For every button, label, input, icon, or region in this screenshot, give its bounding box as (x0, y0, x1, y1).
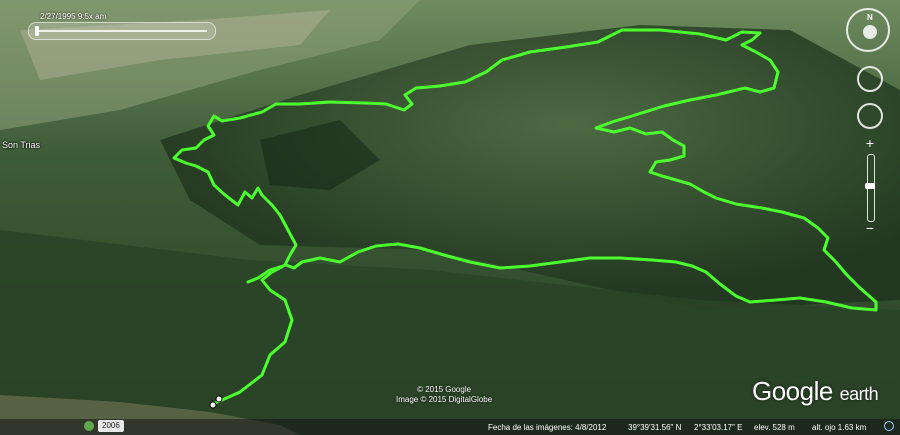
zoom-in-button[interactable]: + (861, 136, 879, 150)
imagery-date: Fecha de las imágenes: 4/8/2012 (488, 423, 607, 432)
look-joystick-icon[interactable] (857, 66, 883, 92)
zoom-slider-thumb[interactable] (865, 183, 875, 189)
track-start-marker[interactable] (209, 401, 217, 409)
elevation-readout: elev. 528 m (754, 423, 795, 432)
latitude-readout: 39°39'31.56" N (628, 423, 682, 432)
historical-imagery-year[interactable]: 2006 (98, 420, 124, 432)
place-label-son-trias: Son Trias (2, 140, 41, 150)
move-joystick-icon[interactable] (857, 103, 883, 129)
time-slider-thumb[interactable] (35, 26, 39, 36)
look-around-eye-icon[interactable] (863, 25, 877, 39)
compass-ring[interactable]: N (846, 8, 890, 52)
copyright-imagery: Image © 2015 DigitalGlobe (396, 395, 493, 404)
satellite-terrain[interactable] (0, 0, 900, 435)
streaming-status-icon (884, 421, 894, 431)
status-bar: Fecha de las imágenes: 4/8/2012 39°39'31… (0, 419, 900, 435)
copyright-notice: © 2015 Google Image © 2015 DigitalGlobe (396, 385, 492, 405)
logo-earth: earth (839, 384, 879, 404)
historical-imagery-clock-icon[interactable] (84, 421, 94, 431)
time-slider-track[interactable] (37, 30, 207, 32)
track-end-marker[interactable] (215, 395, 223, 403)
copyright-google: © 2015 Google (417, 385, 472, 394)
time-slider[interactable] (28, 22, 216, 40)
google-earth-logo: Google earth (752, 376, 879, 407)
eye-altitude-readout: alt. ojo 1.63 km (812, 423, 867, 432)
logo-google: Google (752, 376, 833, 406)
longitude-readout: 2°33'03.17" E (694, 423, 743, 432)
zoom-out-button[interactable]: − (861, 221, 879, 235)
time-slider-date: 2/27/1995 9:5x am (40, 12, 107, 21)
north-indicator[interactable]: N (867, 13, 873, 22)
map-viewport[interactable]: 2/27/1995 9:5x am Son Trias N + − © 2015… (0, 0, 900, 435)
navigation-controls: N + − (846, 8, 894, 235)
zoom-slider[interactable] (865, 154, 875, 222)
